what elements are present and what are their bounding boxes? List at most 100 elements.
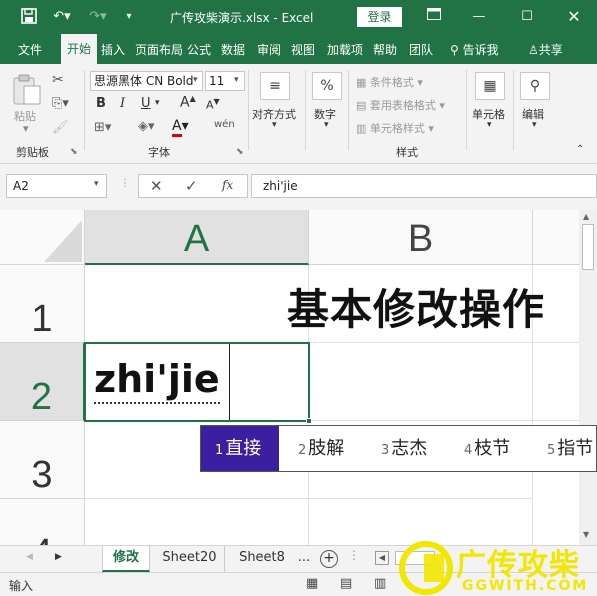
- font-size-dropdown-icon[interactable]: ▾: [234, 75, 239, 85]
- row-header-1[interactable]: 1: [0, 265, 85, 343]
- row-header-4[interactable]: 4: [0, 499, 85, 545]
- share-button[interactable]: ♙共享: [528, 41, 563, 58]
- column-header-b[interactable]: B: [309, 210, 533, 265]
- increase-font-icon[interactable]: A▲: [180, 94, 196, 111]
- minimize-icon[interactable]: —: [470, 8, 488, 26]
- tell-me-search[interactable]: ⚲ 告诉我: [450, 41, 499, 58]
- alignment-icon[interactable]: ≡: [260, 72, 290, 100]
- cancel-entry-icon[interactable]: ✕: [150, 177, 163, 195]
- maximize-icon[interactable]: ☐: [518, 8, 536, 26]
- add-sheet-icon[interactable]: +: [320, 550, 338, 568]
- cell-b4[interactable]: [309, 499, 533, 545]
- conditional-format-button[interactable]: ▦ 条件格式 ▾: [356, 74, 423, 90]
- undo-icon[interactable]: ↶▾: [50, 8, 74, 26]
- text-cursor: [229, 344, 230, 420]
- confirm-entry-icon[interactable]: ✓: [185, 177, 198, 195]
- fill-handle[interactable]: [306, 418, 312, 424]
- name-box[interactable]: A2: [6, 174, 107, 198]
- name-box-dropdown-icon[interactable]: ▾: [94, 179, 99, 189]
- tab-page-layout[interactable]: 页面布局: [135, 41, 185, 58]
- row-header-3[interactable]: 3: [0, 421, 85, 499]
- column-header-c[interactable]: [533, 210, 579, 265]
- ime-candidate-4[interactable]: 4 枝节: [464, 426, 510, 471]
- font-launcher-icon[interactable]: ⬊: [236, 147, 244, 157]
- borders-icon[interactable]: ⊞▾: [94, 120, 111, 135]
- login-button[interactable]: 登录: [357, 7, 402, 27]
- underline-dropdown-icon[interactable]: ▾: [155, 98, 160, 108]
- cell-c2[interactable]: [533, 343, 579, 421]
- tab-insert[interactable]: 插入: [101, 41, 125, 58]
- cell-a1[interactable]: [85, 265, 309, 343]
- bold-button[interactable]: B: [96, 96, 106, 111]
- find-icon[interactable]: ⚲: [520, 72, 550, 100]
- tab-split-handle[interactable]: ⋮: [348, 548, 360, 562]
- tab-formulas[interactable]: 公式: [187, 41, 211, 58]
- tab-data[interactable]: 数据: [221, 41, 245, 58]
- scroll-down-icon[interactable]: ▼: [583, 530, 589, 539]
- normal-view-icon[interactable]: ▦: [306, 576, 318, 591]
- previous-sheet-icon[interactable]: ◀: [26, 552, 33, 562]
- column-header-a[interactable]: A: [85, 210, 309, 265]
- collapse-ribbon-icon[interactable]: ⌃: [576, 144, 584, 155]
- cells-icon[interactable]: ▦: [475, 72, 505, 100]
- vertical-scroll-thumb[interactable]: [582, 224, 594, 270]
- editing-dropdown-icon[interactable]: ▾: [532, 120, 537, 130]
- font-color-icon[interactable]: A▾: [172, 118, 189, 137]
- save-icon[interactable]: [20, 8, 38, 26]
- formula-input[interactable]: zhi'jie: [251, 174, 597, 198]
- sheet-tab[interactable]: Sheet8: [230, 546, 294, 572]
- more-sheets[interactable]: ...: [294, 546, 314, 572]
- tab-file[interactable]: 文件: [18, 41, 42, 58]
- tab-home[interactable]: 开始: [61, 34, 97, 64]
- cut-icon[interactable]: ✂: [52, 72, 64, 88]
- font-size-select[interactable]: 11: [205, 71, 245, 91]
- active-cell-a2[interactable]: zhi'jie: [84, 342, 312, 424]
- fill-color-icon[interactable]: ◈▾: [138, 119, 155, 134]
- select-all-corner[interactable]: [0, 210, 85, 265]
- vertical-scrollbar[interactable]: ▲ ▼: [579, 210, 597, 545]
- page-break-view-icon[interactable]: ▥: [374, 576, 386, 591]
- ribbon-display-options-icon[interactable]: [425, 8, 443, 26]
- ribbon-tabs: 文件 开始 插入 页面布局 公式 数据 审阅 视图 加载项 帮助 团队 ⚲ 告诉…: [0, 34, 597, 64]
- paste-dropdown-icon[interactable]: ▾: [23, 122, 29, 135]
- tab-team[interactable]: 团队: [409, 41, 433, 58]
- number-dropdown-icon[interactable]: ▾: [324, 120, 329, 130]
- ime-candidate-5[interactable]: 5 指节: [547, 426, 593, 471]
- sheet-tab[interactable]: Sheet20: [155, 546, 225, 572]
- tab-review[interactable]: 审阅: [257, 41, 281, 58]
- italic-button[interactable]: I: [120, 96, 125, 111]
- paste-icon[interactable]: [8, 72, 48, 108]
- cell-b2[interactable]: [309, 343, 533, 421]
- cell-a4[interactable]: [85, 499, 309, 545]
- customize-quick-access-icon[interactable]: ▾: [120, 8, 138, 26]
- font-name-select[interactable]: 思源黑体 CN Bold: [90, 71, 203, 91]
- underline-button[interactable]: U: [141, 96, 151, 111]
- cells-dropdown-icon[interactable]: ▾: [487, 120, 492, 130]
- format-painter-icon[interactable]: 🖌: [52, 120, 69, 135]
- ime-candidate-3[interactable]: 3 志杰: [381, 426, 427, 471]
- row-header-2[interactable]: 2: [0, 343, 85, 421]
- page-layout-view-icon[interactable]: ▤: [340, 576, 352, 591]
- alignment-dropdown-icon[interactable]: ▾: [272, 120, 277, 130]
- decrease-font-icon[interactable]: A▼: [206, 97, 220, 112]
- scroll-up-icon[interactable]: ▲: [583, 212, 589, 221]
- phonetic-guide-icon[interactable]: wén: [214, 119, 235, 130]
- percent-icon[interactable]: %: [312, 72, 342, 100]
- copy-icon[interactable]: ⎘▾: [52, 96, 69, 111]
- scroll-left-icon[interactable]: ◀: [375, 551, 389, 565]
- separator: [84, 70, 85, 150]
- next-sheet-icon[interactable]: ▶: [55, 552, 62, 562]
- ime-candidate-2[interactable]: 2 肢解: [298, 426, 344, 471]
- tab-help[interactable]: 帮助: [373, 41, 397, 58]
- clipboard-launcher-icon[interactable]: ⬊: [70, 147, 78, 157]
- tab-view[interactable]: 视图: [291, 41, 315, 58]
- format-as-table-button[interactable]: ▤ 套用表格格式 ▾: [356, 97, 445, 113]
- tab-addins[interactable]: 加载项: [327, 41, 363, 58]
- close-icon[interactable]: ✕: [565, 8, 583, 26]
- font-name-dropdown-icon[interactable]: ▾: [193, 75, 198, 85]
- cell-styles-button[interactable]: ▥ 单元格样式 ▾: [356, 120, 434, 136]
- sheet-tab-active[interactable]: 修改: [102, 546, 150, 572]
- ime-candidate-1[interactable]: 1 直接: [201, 426, 279, 471]
- insert-function-icon[interactable]: fx: [222, 178, 233, 192]
- redo-icon[interactable]: ↷▾: [86, 8, 110, 26]
